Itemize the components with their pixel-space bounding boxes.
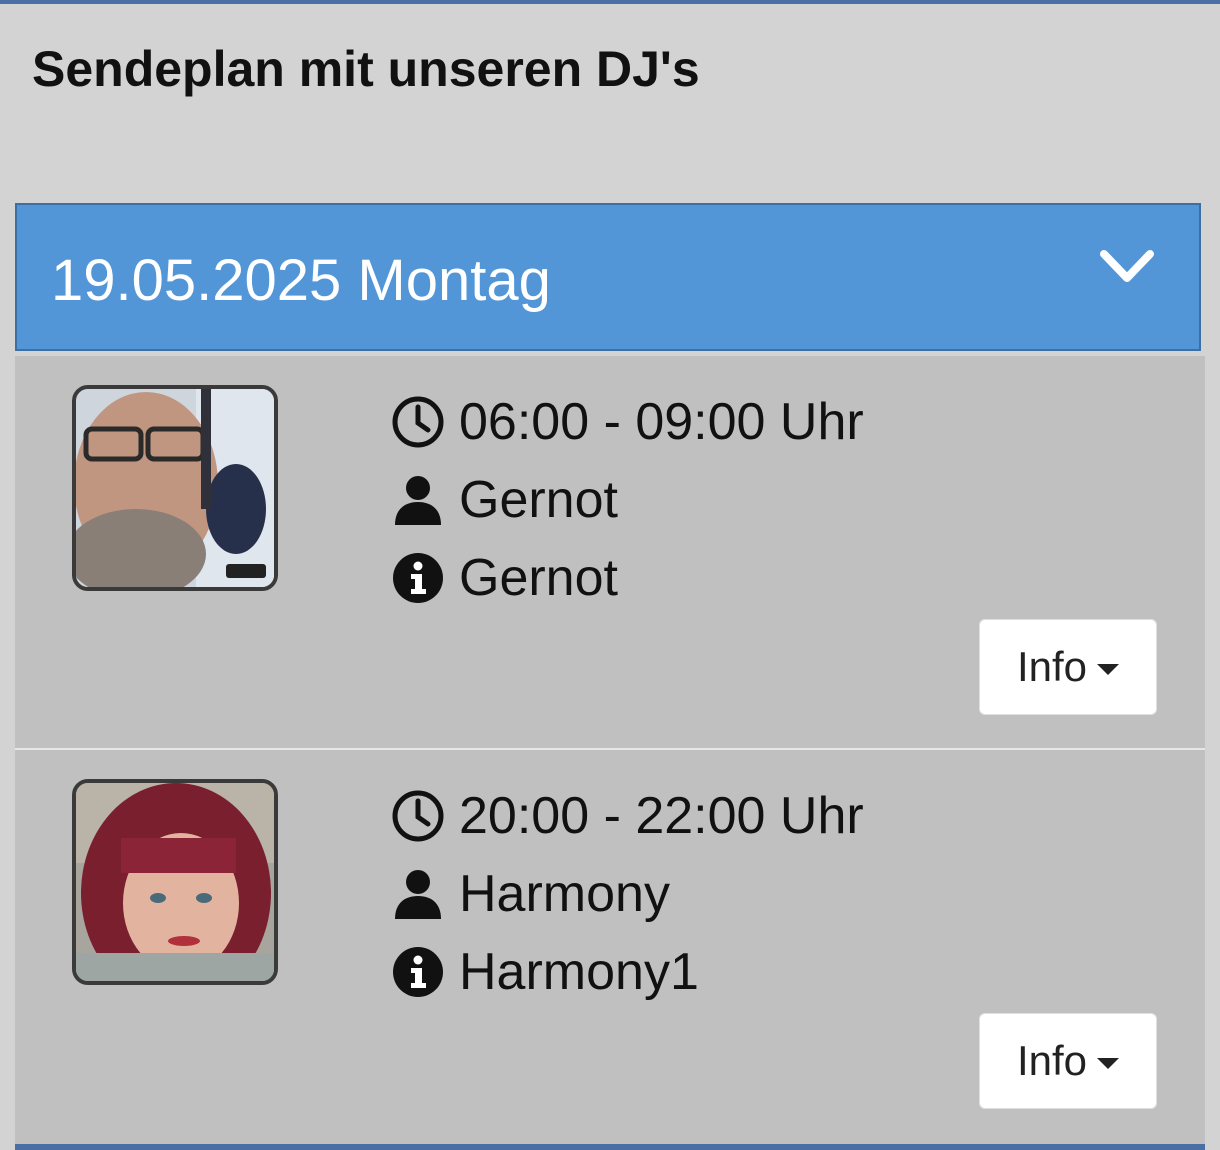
slot-time: 06:00 - 09:00 Uhr <box>459 393 864 451</box>
slot-time-row: 20:00 - 22:00 Uhr <box>391 786 864 846</box>
slot-time-row: 06:00 - 09:00 Uhr <box>391 392 864 452</box>
chevron-down-icon[interactable] <box>1099 249 1155 285</box>
info-button-label: Info <box>1016 643 1088 690</box>
slot-info-text: Gernot <box>459 549 618 607</box>
slot-dj-row: Harmony <box>391 864 670 924</box>
clock-icon <box>392 396 444 448</box>
slot-dj-name: Harmony <box>459 865 670 923</box>
slot-dj-row: Gernot <box>391 470 618 530</box>
day-accordion-header[interactable]: 19.05.2025 Montag <box>15 203 1201 351</box>
next-day-header-edge <box>15 1144 1205 1150</box>
page-title: Sendeplan mit unseren DJ's <box>32 41 700 97</box>
schedule-slot: 20:00 - 22:00 Uhr Harmony Harmony1 Info <box>15 750 1205 1144</box>
info-circle-icon <box>393 553 443 603</box>
info-circle-icon <box>393 947 443 997</box>
slot-info-text: Harmony1 <box>459 943 699 1001</box>
info-dropdown-button[interactable]: Info <box>979 619 1157 715</box>
slot-time: 20:00 - 22:00 Uhr <box>459 787 864 845</box>
day-label: 19.05.2025 Montag <box>51 248 551 313</box>
schedule-slot: 06:00 - 09:00 Uhr Gernot Gernot Info <box>15 356 1205 748</box>
slot-dj-name: Gernot <box>459 471 618 529</box>
dj-avatar <box>72 385 278 591</box>
dj-avatar <box>72 779 278 985</box>
slot-info-row: Harmony1 <box>391 942 699 1002</box>
caret-down-icon <box>1097 1057 1120 1069</box>
user-icon <box>395 870 441 919</box>
top-accent-line <box>0 0 1220 4</box>
info-dropdown-button[interactable]: Info <box>979 1013 1157 1109</box>
caret-down-icon <box>1097 663 1120 675</box>
clock-icon <box>392 790 444 842</box>
slot-info-row: Gernot <box>391 548 618 608</box>
user-icon <box>395 476 441 525</box>
info-button-label: Info <box>1016 1037 1088 1084</box>
